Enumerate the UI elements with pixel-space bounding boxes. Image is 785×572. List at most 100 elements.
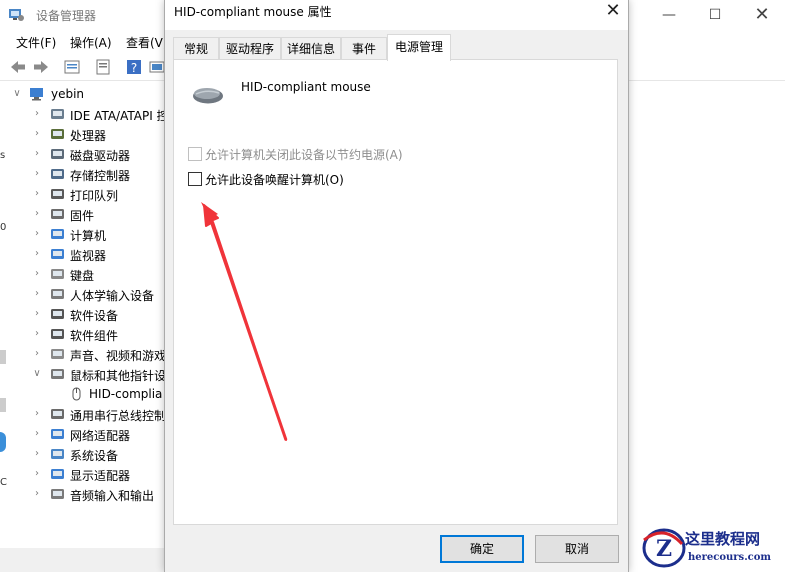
collapse-arrow-icon[interactable]: ∨ <box>12 84 22 104</box>
expand-arrow-icon[interactable]: › <box>32 304 42 324</box>
tree-item[interactable]: › 磁盘驱动器 <box>8 144 168 164</box>
forward-arrow-icon[interactable] <box>32 58 50 76</box>
collapse-arrow-icon[interactable]: ∨ <box>32 364 42 384</box>
minimize-button[interactable]: — <box>646 0 692 30</box>
tree-item[interactable]: › 人体学输入设备 <box>8 284 168 304</box>
tree-item[interactable]: › 软件设备 <box>8 304 168 324</box>
svg-text:?: ? <box>131 61 137 75</box>
tree-item[interactable]: ∨ 鼠标和其他指针设 <box>8 364 168 384</box>
display-adapter-icon <box>51 469 64 479</box>
tree-item[interactable]: › 软件组件 <box>8 324 168 344</box>
mouse-icon <box>72 387 81 401</box>
allow-wake-checkbox[interactable] <box>188 172 202 186</box>
tree-item-label: 处理器 <box>70 129 107 143</box>
tree-item-label: 系统设备 <box>70 449 119 463</box>
expand-arrow-icon[interactable]: › <box>32 264 42 284</box>
tree-item-label: 声音、视频和游戏 <box>70 349 167 363</box>
tree-item[interactable]: › 固件 <box>8 204 168 224</box>
storage-controller-icon <box>51 169 64 179</box>
tree-item[interactable]: HID-complia <box>8 384 168 404</box>
properties-icon[interactable] <box>63 58 81 76</box>
expand-arrow-icon[interactable]: › <box>32 344 42 364</box>
expand-arrow-icon[interactable]: › <box>32 224 42 244</box>
menu-view[interactable]: 查看(V) <box>126 34 168 51</box>
tab-driver[interactable]: 驱动程序 <box>219 37 281 60</box>
help-icon[interactable]: ? <box>125 58 143 76</box>
tree-item[interactable]: › 系统设备 <box>8 444 168 464</box>
tree-item-label: HID-complia <box>89 387 163 401</box>
watermark-logo-icon: Z <box>642 528 686 568</box>
tab-general[interactable]: 常规 <box>173 37 219 60</box>
back-arrow-icon[interactable] <box>9 58 27 76</box>
allow-power-off-checkbox[interactable] <box>188 147 202 161</box>
processor-icon <box>51 129 64 139</box>
allow-power-off-label: 允许计算机关闭此设备以节约电源(A) <box>205 148 403 162</box>
menu-file[interactable]: 文件(F) <box>16 34 56 51</box>
watermark-url: herecours.com <box>688 552 772 563</box>
expand-arrow-icon[interactable]: › <box>32 184 42 204</box>
expand-arrow-icon[interactable]: › <box>32 484 42 504</box>
audio-io-icon <box>51 489 64 499</box>
tree-item-label: 计算机 <box>70 229 107 243</box>
properties-dialog: HID-compliant mouse 属性 ✕ 常规 驱动程序 详细信息 事件… <box>164 0 629 572</box>
tree-item[interactable]: › 打印队列 <box>8 184 168 204</box>
tree-item[interactable]: › 键盘 <box>8 264 168 284</box>
expand-arrow-icon[interactable]: › <box>32 204 42 224</box>
computer-root-icon <box>30 88 43 101</box>
maximize-button[interactable]: ☐ <box>692 0 738 30</box>
keyboard-icon <box>51 269 64 279</box>
dialog-title: HID-compliant mouse 属性 <box>174 5 332 19</box>
ide-controller-icon <box>51 109 64 119</box>
mouse-category-icon <box>51 369 64 379</box>
device-tree[interactable]: ∨ yebin › IDE ATA/ATAPI 控 › 处理器 › 磁盘驱动器 › 存储控制器… <box>8 84 168 524</box>
update-driver-icon[interactable] <box>94 58 112 76</box>
dialog-titlebar: HID-compliant mouse 属性 ✕ <box>165 0 628 30</box>
usb-icon <box>51 409 64 419</box>
expand-arrow-icon[interactable]: › <box>32 324 42 344</box>
tree-item-label: 键盘 <box>70 269 95 283</box>
tree-item[interactable]: › IDE ATA/ATAPI 控 <box>8 104 169 124</box>
expand-arrow-icon[interactable]: › <box>32 144 42 164</box>
svg-text:Z: Z <box>656 536 672 562</box>
device-manager-app-icon <box>9 9 24 21</box>
tab-events[interactable]: 事件 <box>341 37 387 60</box>
status-bar <box>0 548 170 572</box>
tree-item[interactable]: › 显示适配器 <box>8 464 168 484</box>
tree-item-label: 网络适配器 <box>70 429 131 443</box>
printer-icon <box>51 189 64 199</box>
power-management-panel: HID-compliant mouse 允许计算机关闭此设备以节约电源(A) 允… <box>173 59 618 525</box>
firmware-icon <box>51 209 64 219</box>
tree-item[interactable]: › 音频输入和输出 <box>8 484 168 504</box>
tree-item-label: 软件设备 <box>70 309 119 323</box>
dialog-close-button[interactable]: ✕ <box>601 0 625 24</box>
expand-arrow-icon[interactable]: › <box>32 124 42 144</box>
tab-power-management[interactable]: 电源管理 <box>387 34 451 61</box>
expand-arrow-icon[interactable]: › <box>32 164 42 184</box>
disk-drive-icon <box>51 149 64 159</box>
software-component-icon <box>51 329 64 339</box>
cancel-button[interactable]: 取消 <box>535 535 619 563</box>
tree-item[interactable]: › 通用串行总线控制 <box>8 404 168 424</box>
left-edge-strip: s 0 C <box>0 150 7 488</box>
expand-arrow-icon[interactable]: › <box>32 104 42 124</box>
expand-arrow-icon[interactable]: › <box>32 404 42 424</box>
expand-arrow-icon[interactable]: › <box>32 464 42 484</box>
expand-arrow-icon[interactable]: › <box>32 244 42 264</box>
expand-arrow-icon[interactable]: › <box>32 424 42 444</box>
close-main-button[interactable]: ✕ <box>739 0 785 30</box>
tree-item[interactable]: › 监视器 <box>8 244 168 264</box>
tree-item[interactable]: › 声音、视频和游戏 <box>8 344 168 364</box>
tab-details[interactable]: 详细信息 <box>281 37 341 60</box>
expand-arrow-icon[interactable]: › <box>32 284 42 304</box>
tree-item[interactable]: › 处理器 <box>8 124 168 144</box>
tree-item[interactable]: › 存储控制器 <box>8 164 168 184</box>
tree-root[interactable]: ∨ yebin <box>8 84 168 104</box>
tree-item-label: 通用串行总线控制 <box>70 409 167 423</box>
hid-icon <box>51 289 64 299</box>
expand-arrow-icon[interactable]: › <box>32 444 42 464</box>
tree-item[interactable]: › 网络适配器 <box>8 424 168 444</box>
monitor-icon <box>51 249 64 259</box>
tree-item[interactable]: › 计算机 <box>8 224 168 244</box>
menu-action[interactable]: 操作(A) <box>70 34 112 51</box>
ok-button[interactable]: 确定 <box>440 535 524 563</box>
